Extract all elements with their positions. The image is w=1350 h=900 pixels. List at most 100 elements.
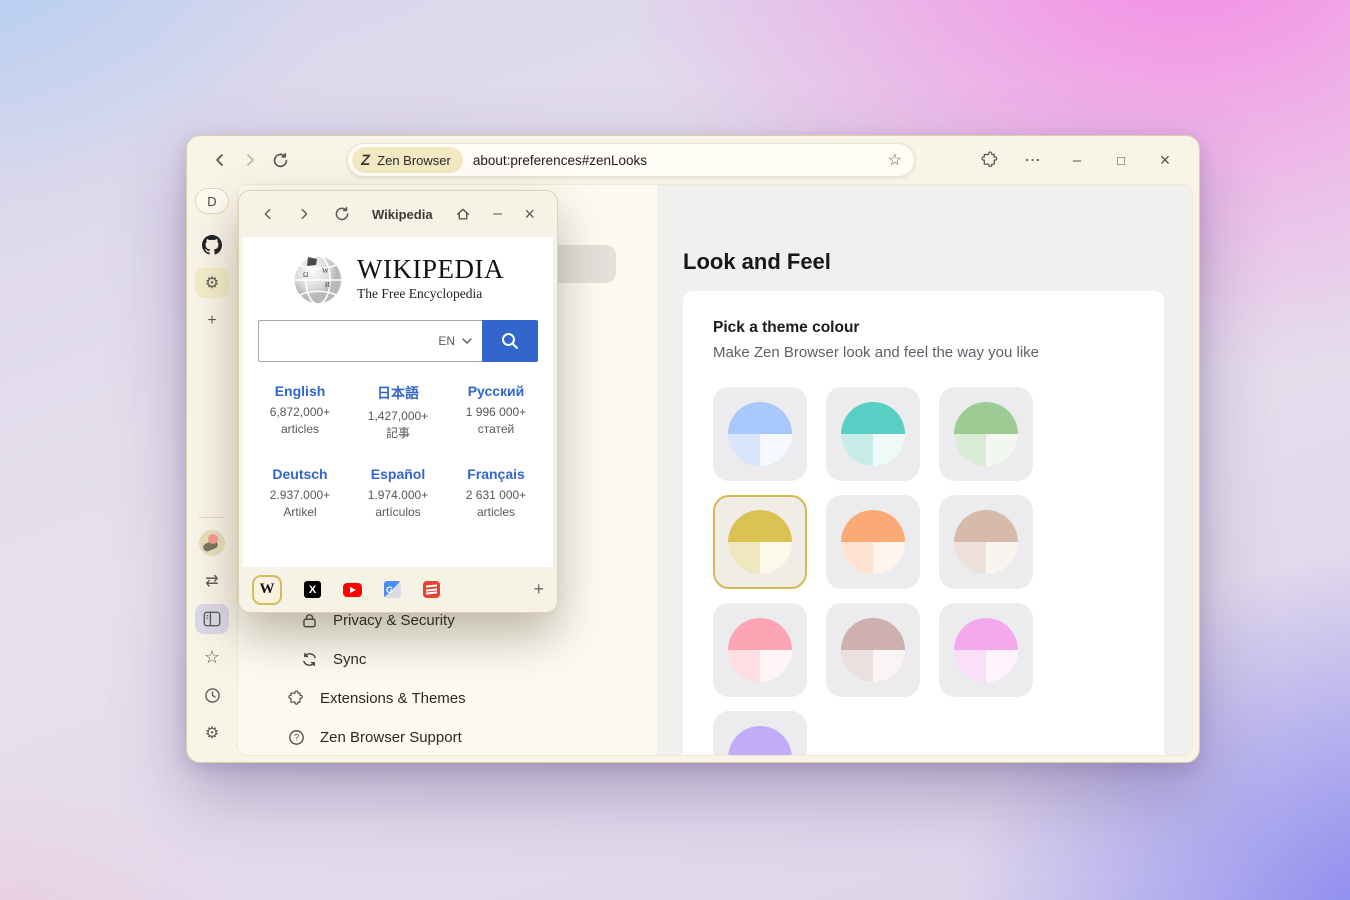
settings-nav: Privacy & Security Sync Extensions & The…	[288, 604, 466, 753]
theme-swatch-gold-selected[interactable]	[713, 495, 807, 589]
card-subtitle: Make Zen Browser look and feel the way y…	[713, 344, 1134, 361]
favorite-todoist[interactable]	[423, 581, 440, 598]
language-link[interactable]: Français2 631 000+articles	[447, 466, 545, 522]
mini-back-button[interactable]	[261, 207, 275, 221]
language-link[interactable]: 日本語1,427,000+記事	[349, 383, 447, 443]
theme-swatch-orange[interactable]	[826, 495, 920, 589]
back-icon	[212, 152, 228, 168]
translate-favicon: G	[386, 585, 393, 595]
theme-swatch-magenta[interactable]	[939, 603, 1033, 697]
star-icon: ☆	[204, 647, 220, 668]
extensions-button[interactable]	[973, 145, 1005, 175]
language-link[interactable]: Español1.974.000+artículos	[349, 466, 447, 522]
sidebar-item-github[interactable]	[195, 230, 229, 260]
language-link[interactable]: English6,872,000+articles	[251, 383, 349, 443]
svg-text:Ω: Ω	[303, 271, 308, 279]
theme-swatch-teal[interactable]	[826, 387, 920, 481]
nav-item-sync[interactable]: Sync	[288, 643, 466, 675]
theme-swatch-pink[interactable]	[713, 603, 807, 697]
close-button[interactable]: ×	[1149, 145, 1181, 175]
mini-minimize-button[interactable]: –	[493, 205, 502, 223]
language-link[interactable]: Русский1 996 000+статей	[447, 383, 545, 443]
mini-home-button[interactable]	[455, 206, 471, 222]
forward-button[interactable]	[235, 145, 265, 175]
wikipedia-tagline: The Free Encyclopedia	[357, 286, 504, 302]
minimize-icon: –	[493, 205, 502, 222]
theme-swatch-tan[interactable]	[939, 495, 1033, 589]
theme-swatch-green[interactable]	[939, 387, 1033, 481]
sidebar-divider	[199, 517, 225, 518]
theme-swatch-purple[interactable]	[713, 711, 807, 755]
theme-swatch-mauve[interactable]	[826, 603, 920, 697]
chevron-down-icon	[462, 338, 472, 345]
workspace-pill[interactable]: D	[195, 188, 229, 214]
nav-label: Extensions & Themes	[320, 690, 466, 707]
bookmarks-button[interactable]: ☆	[195, 642, 229, 672]
nav-label: Privacy & Security	[333, 612, 455, 629]
question-circle-icon: ?	[288, 729, 305, 746]
puzzle-icon	[288, 690, 305, 707]
add-favorite-button[interactable]: +	[533, 579, 544, 600]
maximize-button[interactable]: □	[1105, 145, 1137, 175]
back-button[interactable]	[205, 145, 235, 175]
forward-icon	[242, 152, 258, 168]
favorites-row: W X G +	[239, 567, 557, 612]
nav-item-extensions-themes[interactable]: Extensions & Themes	[288, 682, 466, 714]
new-tab-button[interactable]: +	[195, 306, 229, 336]
reload-button[interactable]	[265, 145, 295, 175]
favorite-wikipedia-active[interactable]: W	[252, 575, 282, 605]
wikipedia-search-input[interactable]: EN	[258, 320, 482, 362]
workspace-switch-button[interactable]: ⇄	[195, 566, 229, 596]
mini-window-title: Wikipedia	[372, 207, 433, 222]
menu-button[interactable]: ⋯	[1017, 145, 1049, 175]
url-bar[interactable]: Z Zen Browser about:preferences#zenLooks…	[347, 143, 915, 177]
favorite-google-translate[interactable]: G	[384, 581, 401, 598]
minimize-button[interactable]: –	[1061, 145, 1093, 175]
reload-icon	[334, 206, 350, 222]
mini-close-button[interactable]: ×	[524, 204, 535, 225]
close-icon: ×	[524, 204, 535, 224]
home-icon	[455, 206, 471, 222]
puzzle-icon	[980, 151, 999, 170]
sidebar-tab-settings-active[interactable]: ⚙	[195, 268, 229, 298]
site-identity-badge[interactable]: Z Zen Browser	[352, 147, 463, 173]
toggle-sidebar-button[interactable]	[195, 604, 229, 634]
profile-avatar[interactable]	[199, 530, 225, 556]
swatch-circle	[841, 402, 905, 466]
language-link[interactable]: Deutsch2.937.000+Artikel	[251, 466, 349, 522]
history-clock-icon	[204, 687, 221, 704]
language-selector[interactable]: EN	[438, 334, 455, 348]
settings-button[interactable]: ⚙	[195, 718, 229, 748]
close-icon: ×	[1160, 150, 1171, 171]
x-favicon: X	[309, 584, 316, 596]
reload-icon	[272, 152, 289, 169]
swatch-circle	[728, 510, 792, 574]
mini-window-toolbar: Wikipedia – ×	[239, 191, 557, 237]
maximize-icon: □	[1117, 153, 1125, 168]
mini-reload-button[interactable]	[334, 206, 350, 222]
theme-swatch-blue[interactable]	[713, 387, 807, 481]
gear-icon: ⚙	[205, 723, 219, 743]
lock-icon	[301, 612, 318, 629]
sidebar-panel-icon	[203, 611, 221, 627]
zen-logo-icon: Z	[360, 152, 372, 169]
bookmark-star-icon[interactable]: ☆	[888, 150, 902, 170]
favorite-youtube[interactable]	[343, 583, 362, 597]
look-and-feel-panel: Look and Feel Pick a theme colour Make Z…	[657, 185, 1192, 755]
theme-colour-card: Pick a theme colour Make Zen Browser loo…	[683, 291, 1164, 755]
swatch-circle	[954, 618, 1018, 682]
wikipedia-search-button[interactable]	[482, 320, 538, 362]
back-icon	[261, 207, 275, 221]
swatch-circle	[728, 618, 792, 682]
plus-icon: +	[207, 312, 216, 330]
ellipsis-icon: ⋯	[1025, 150, 1042, 170]
site-badge-label: Zen Browser	[377, 153, 451, 168]
nav-item-support[interactable]: ? Zen Browser Support	[288, 721, 466, 753]
favorite-x[interactable]: X	[304, 581, 321, 598]
gear-icon: ⚙	[205, 273, 219, 293]
svg-text:W: W	[322, 267, 329, 275]
minimize-icon: –	[1073, 152, 1081, 169]
history-button[interactable]	[195, 680, 229, 710]
mini-forward-button[interactable]	[297, 207, 311, 221]
search-icon	[500, 331, 520, 351]
